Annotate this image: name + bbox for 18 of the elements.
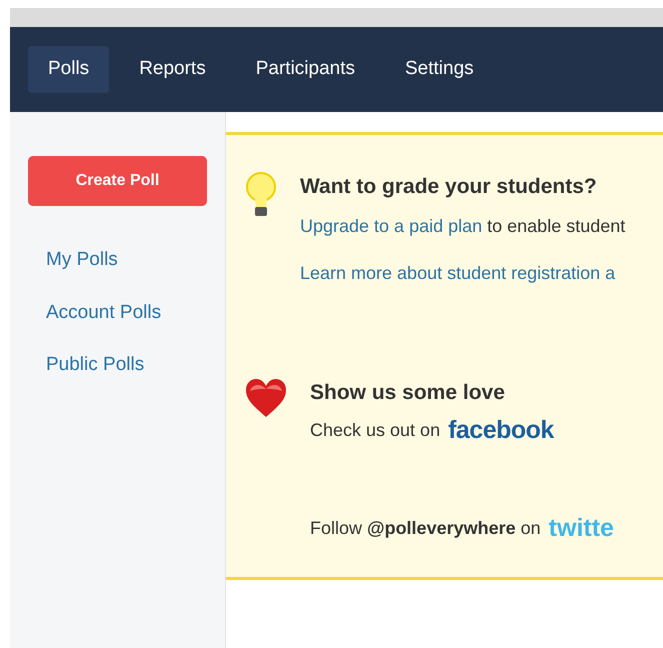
sidebar-link[interactable]: Public Polls (46, 351, 207, 380)
nav-tab[interactable]: Polls (28, 46, 110, 93)
lightbulb-icon (244, 171, 278, 219)
nav-tab[interactable]: Reports (119, 46, 226, 93)
nav-tab[interactable]: Participants (236, 46, 375, 93)
create-poll-button[interactable]: Create Poll (28, 156, 207, 206)
facebook-link[interactable]: facebook (448, 412, 554, 450)
sidebar-link[interactable]: Account Polls (46, 298, 207, 327)
facebook-text: Check us out on (310, 419, 440, 442)
upgrade-link[interactable]: Upgrade to a paid plan (300, 216, 482, 236)
learn-more-link[interactable]: Learn more about student registration a (300, 262, 616, 282)
notice-title: Show us some love (310, 380, 506, 406)
nav-tab[interactable]: Settings (385, 46, 494, 93)
notice-title: Want to grade your students? (300, 174, 598, 200)
sidebar-link[interactable]: My Polls (46, 246, 207, 274)
upgrade-text: Upgrade to a paid plan to enable student (300, 214, 626, 238)
heart-icon (244, 376, 288, 418)
twitter-text: Follow @polleverywhere on (310, 516, 541, 540)
